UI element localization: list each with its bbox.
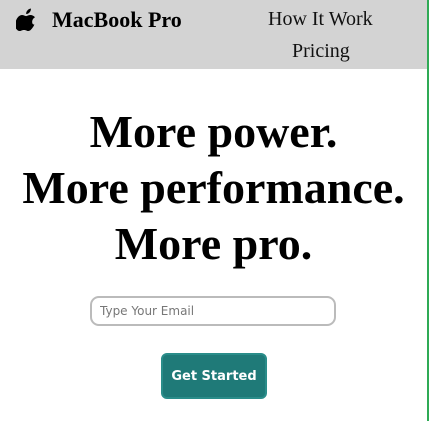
apple-icon	[15, 5, 38, 31]
email-input[interactable]	[90, 296, 336, 326]
get-started-button[interactable]: Get Started	[161, 353, 267, 399]
headline-line: More performance.	[22, 162, 405, 213]
page: MacBook Pro How It Work Pricing More pow…	[0, 0, 429, 421]
navbar: MacBook Pro How It Work Pricing	[0, 0, 427, 69]
brand-title: MacBook Pro	[52, 7, 182, 32]
headline-line: More pro.	[114, 218, 313, 269]
headline-line: More power.	[89, 106, 338, 157]
nav-link-pricing[interactable]: Pricing	[292, 40, 350, 63]
hero-headline: More power. More performance. More pro.	[0, 104, 427, 272]
nav-link-how-it-works[interactable]: How It Work	[268, 8, 373, 31]
